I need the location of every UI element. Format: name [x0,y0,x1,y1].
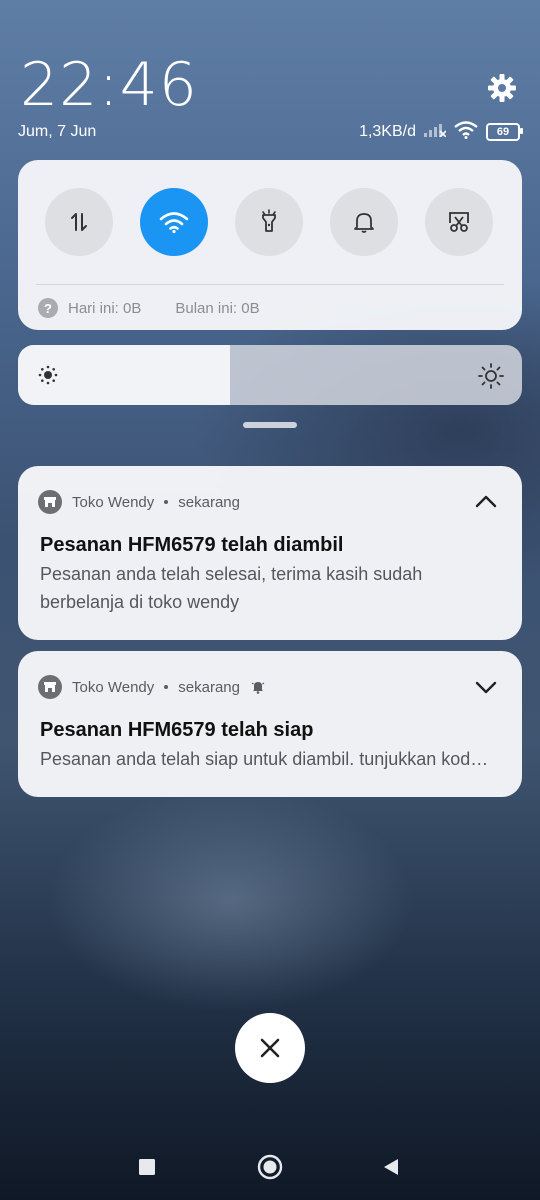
divider [36,284,504,285]
chevron-up-icon[interactable] [474,490,498,514]
usage-month: Bulan ini: 0B [175,299,260,317]
app-name: Toko Wendy [72,493,155,511]
brightness-low-icon [38,365,58,385]
scissors-icon [449,212,469,232]
store-app-icon [38,490,62,514]
wifi-toggle[interactable] [140,188,208,256]
notification-time: sekarang [178,678,240,696]
usage-today: Hari ini: 0B [68,299,142,317]
data-speed: 1,3KB/d [359,123,416,140]
chevron-down-icon[interactable] [474,675,498,699]
clear-notifications-button[interactable] [235,1013,305,1083]
close-icon [260,1038,280,1058]
settings-gear-icon[interactable] [486,72,518,104]
clock: 22:46 [20,50,198,120]
notification-card[interactable]: Toko Wendy sekarang Pesanan HFM6579 tela… [18,651,522,797]
recents-button[interactable] [132,1152,162,1182]
separator-dot [164,685,169,689]
notification-title: Pesanan HFM6579 telah diambil [40,534,344,556]
screenshot-toggle[interactable] [425,188,493,256]
mobile-data-toggle[interactable] [45,188,113,256]
help-icon[interactable]: ? [38,298,58,318]
quick-settings-panel: ? Hari ini: 0B Bulan ini: 0B [18,160,522,330]
back-icon [384,1159,398,1175]
flashlight-toggle[interactable] [235,188,303,256]
battery-icon: 69 [486,123,523,141]
brightness-high-icon [478,363,504,389]
separator-dot [164,500,169,504]
store-app-icon [38,675,62,699]
app-name: Toko Wendy [72,678,155,696]
silent-toggle[interactable] [330,188,398,256]
notification-title: Pesanan HFM6579 telah siap [40,719,314,741]
status-bar-right: 1,3KB/d 69 [359,120,523,144]
home-button[interactable] [255,1152,285,1182]
signal-icon [424,123,447,142]
recents-icon [139,1159,155,1175]
drag-handle[interactable] [243,422,297,428]
flashlight-icon [262,209,276,232]
wifi-icon [159,212,189,234]
notification-card[interactable]: Toko Wendy sekarang Pesanan HFM6579 tela… [18,466,522,640]
notification-body: Pesanan anda telah siap untuk diambil. t… [40,749,496,769]
notification-header: Toko Wendy sekarang [38,490,240,514]
data-arrows-icon [71,213,87,231]
brightness-slider[interactable] [18,345,522,405]
home-icon [257,1154,283,1180]
date: Jum, 7 Jun [18,123,97,140]
wifi-status-icon [454,120,478,144]
notification-time: sekarang [178,493,240,511]
notification-header: Toko Wendy sekarang [38,675,266,699]
notification-body: Pesanan anda telah selesai, terima kasih… [40,564,423,612]
bell-icon [354,213,374,233]
data-usage: ? Hari ini: 0B Bulan ini: 0B [38,298,260,318]
alert-bell-icon [251,682,265,694]
back-button[interactable] [376,1152,406,1182]
